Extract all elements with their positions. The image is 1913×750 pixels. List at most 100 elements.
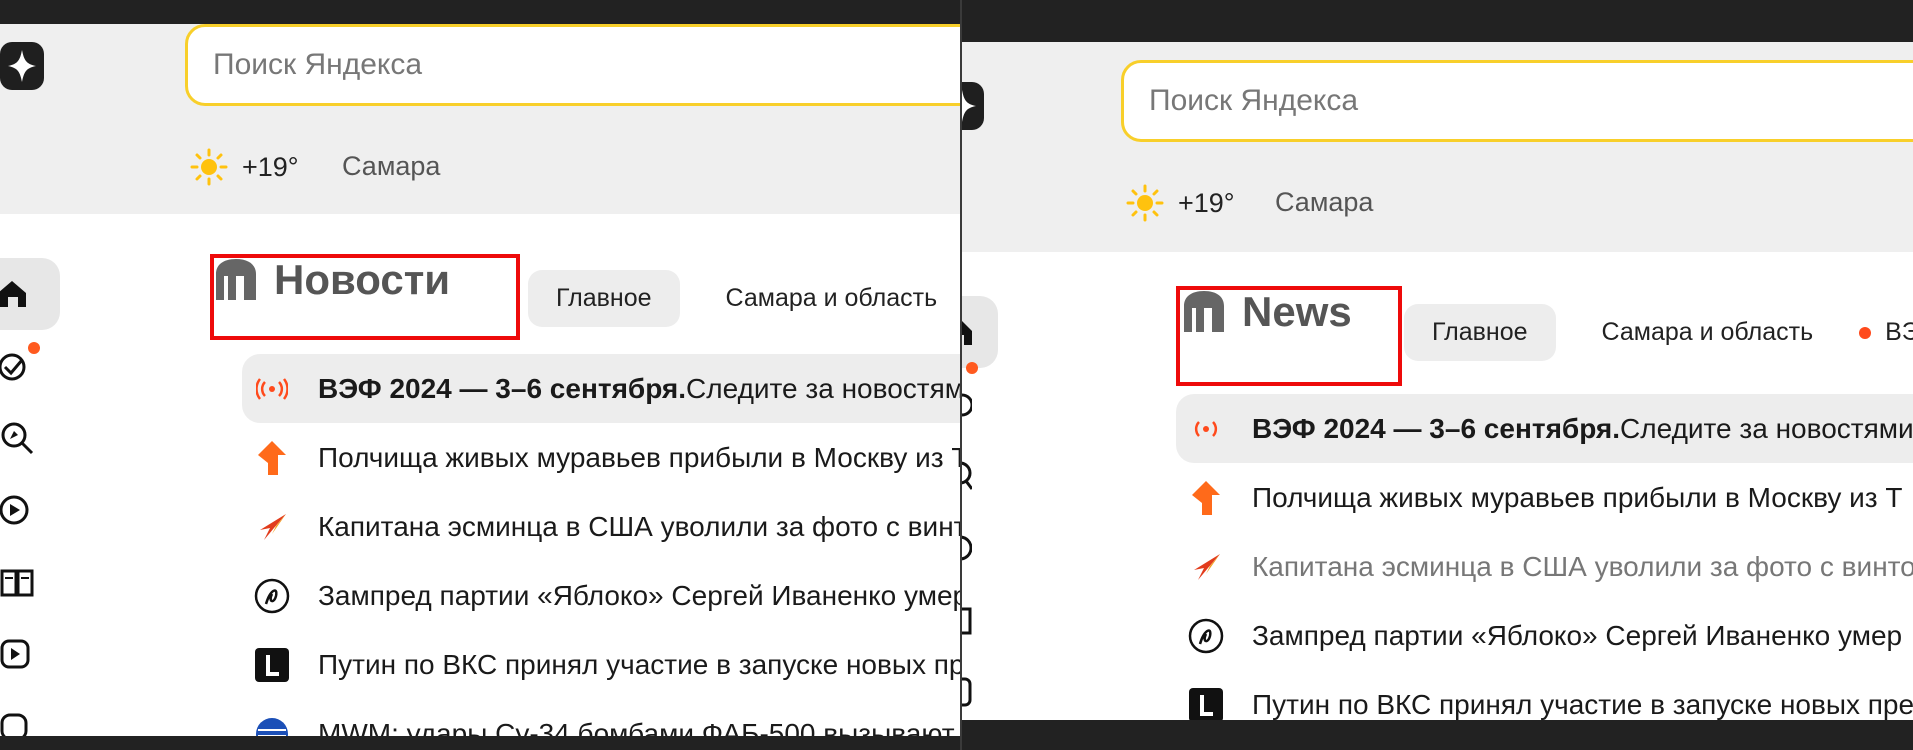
book-icon xyxy=(0,569,34,597)
source-logo-icon xyxy=(1184,545,1228,589)
news-item[interactable]: Зампред партии «Яблоко» Сергей Иваненко … xyxy=(250,561,960,630)
book-icon xyxy=(962,607,972,635)
news-item[interactable]: Полчища живых муравьев прибыли в Москву … xyxy=(1184,463,1913,532)
news-title: Новости xyxy=(274,256,451,303)
news-item[interactable]: Капитана эсминца в США уволили за фото с… xyxy=(1184,532,1913,601)
home-icon xyxy=(0,281,26,307)
search-placeholder: Поиск Яндекса xyxy=(1149,84,1359,117)
news-item-text: Следите за новостями xyxy=(1620,412,1913,444)
sidebar-item-video[interactable] xyxy=(0,474,60,546)
check-badge-icon xyxy=(0,353,26,381)
source-logo-icon xyxy=(250,505,294,549)
news-item[interactable]: Путин по ВКС принял участие в запуске но… xyxy=(250,630,960,699)
source-logo-icon xyxy=(250,436,294,480)
news-item-bold: ВЭФ 2024 — 3–6 сентября. xyxy=(1252,412,1621,444)
sidebar-item-home[interactable] xyxy=(0,258,60,330)
news-item[interactable]: Капитана эсминца в США уволили за фото с… xyxy=(250,492,960,561)
source-logo-icon xyxy=(250,574,294,618)
sun-icon xyxy=(1126,184,1164,222)
news-item[interactable]: ВЭФ 2024 — 3–6 сентября. Следите за ново… xyxy=(1176,394,1913,463)
sidebar-item-books[interactable] xyxy=(0,546,60,618)
news-list: ВЭФ 2024 — 3–6 сентября. Следите за ново… xyxy=(1176,394,1913,720)
search-input[interactable]: Поиск Яндекса xyxy=(185,24,960,106)
news-tabs: Главное Самара и область ВЭФ xyxy=(1404,304,1913,361)
notification-dot xyxy=(966,362,978,374)
home-icon xyxy=(962,321,972,345)
play-circle-icon xyxy=(962,535,972,561)
news-item-text: Зампред партии «Яблоко» Сергей Иваненко … xyxy=(318,579,960,611)
live-broadcast-icon xyxy=(250,367,294,411)
news-logo-icon xyxy=(1184,291,1224,332)
news-header[interactable]: Новости xyxy=(212,256,450,304)
play-circle-icon xyxy=(0,495,29,525)
sidebar-item-more[interactable] xyxy=(0,690,60,736)
temperature: +19° xyxy=(1178,187,1235,218)
sidebar-item-books[interactable] xyxy=(962,584,998,656)
news-item-text: Капитана эсминца в США уволили за фото с… xyxy=(1252,550,1913,582)
live-broadcast-icon xyxy=(1184,407,1228,451)
sidebar-item-search[interactable] xyxy=(962,440,998,512)
search-icon xyxy=(962,461,972,490)
sidebar xyxy=(962,296,998,720)
header: Поиск Яндекса +19° Самара xyxy=(0,24,960,214)
news-list: ВЭФ 2024 — 3–6 сентября. Следите за ново… xyxy=(242,354,960,736)
tab-main[interactable]: Главное xyxy=(528,270,680,327)
weather-widget[interactable]: +19° xyxy=(1126,184,1235,222)
sidebar-item-search[interactable] xyxy=(0,402,60,474)
screenshot-right: Поиск Яндекса +19° Самара News Главное С… xyxy=(962,42,1913,720)
news-item-text: Путин по ВКС принял участие в запуске но… xyxy=(1252,688,1913,720)
search-input[interactable]: Поиск Яндекса xyxy=(1121,60,1913,142)
city-link[interactable]: Самара xyxy=(1275,187,1373,218)
source-logo-icon xyxy=(1184,683,1228,720)
search-icon xyxy=(1,422,34,455)
news-item[interactable]: ВЭФ 2024 — 3–6 сентября. Следите за ново… xyxy=(242,354,960,423)
sidebar-item-player[interactable] xyxy=(962,656,998,720)
news-item[interactable]: Зампред партии «Яблоко» Сергей Иваненко … xyxy=(1184,601,1913,670)
tab-region[interactable]: Самара и область xyxy=(1574,304,1842,361)
tab-main[interactable]: Главное xyxy=(1404,304,1556,361)
news-item-text: Зампред партии «Яблоко» Сергей Иваненко … xyxy=(1252,619,1903,651)
news-item-text: Капитана эсминца в США уволили за фото с… xyxy=(318,510,960,542)
sidebar xyxy=(0,258,60,736)
video-player-icon xyxy=(962,677,972,707)
tab-region[interactable]: Самара и область xyxy=(698,270,960,327)
check-badge-icon xyxy=(962,393,972,417)
live-dot xyxy=(1859,327,1872,340)
sidebar-item-video[interactable] xyxy=(962,512,998,584)
news-tabs: Главное Самара и область xyxy=(528,270,960,327)
news-item-bold: ВЭФ 2024 — 3–6 сентября. xyxy=(318,372,687,404)
search-placeholder: Поиск Яндекса xyxy=(213,48,423,81)
weather-widget[interactable]: +19° xyxy=(190,148,299,186)
news-item[interactable]: MWM: удары Су-34 бомбами ФАБ-500 вызываю… xyxy=(250,699,960,736)
news-item-text: Следите за новостями xyxy=(686,372,960,404)
news-item-text: Путин по ВКС принял участие в запуске но… xyxy=(318,648,960,680)
news-logo-icon xyxy=(216,259,256,300)
source-logo-icon xyxy=(1184,614,1228,658)
news-item-text: MWM: удары Су-34 бомбами ФАБ-500 вызываю… xyxy=(318,717,955,737)
city-link[interactable]: Самара xyxy=(342,151,440,182)
sidebar-item-tasks[interactable] xyxy=(0,330,60,402)
source-logo-icon xyxy=(250,643,294,687)
tab-vef-label: ВЭФ xyxy=(1885,318,1913,346)
news-header[interactable]: News xyxy=(1170,288,1352,336)
header: Поиск Яндекса +19° Самара xyxy=(962,42,1913,252)
yandex-logo-icon[interactable] xyxy=(0,42,44,90)
screenshot-left: Поиск Яндекса +19° Самара Новости Главно… xyxy=(0,24,960,736)
tab-vef[interactable]: ВЭФ xyxy=(1859,304,1913,361)
news-item[interactable]: Путин по ВКС принял участие в запуске но… xyxy=(1184,670,1913,720)
source-logo-icon xyxy=(1184,476,1228,520)
video-player-icon xyxy=(0,639,30,669)
apps-icon xyxy=(0,713,28,736)
news-item-text: Полчища живых муравьев прибыли в Москву … xyxy=(1252,481,1903,513)
sidebar-item-home[interactable] xyxy=(962,296,998,368)
sun-icon xyxy=(190,148,228,186)
sidebar-item-player[interactable] xyxy=(0,618,60,690)
sidebar-item-tasks[interactable] xyxy=(962,362,998,440)
temperature: +19° xyxy=(242,151,299,182)
yandex-logo-icon[interactable] xyxy=(962,82,984,130)
news-item-text: Полчища живых муравьев прибыли в Москву … xyxy=(318,441,960,473)
news-item[interactable]: Полчища живых муравьев прибыли в Москву … xyxy=(250,423,960,492)
source-logo-icon xyxy=(250,712,294,736)
notification-dot xyxy=(28,342,40,354)
news-title: News xyxy=(1242,288,1352,335)
